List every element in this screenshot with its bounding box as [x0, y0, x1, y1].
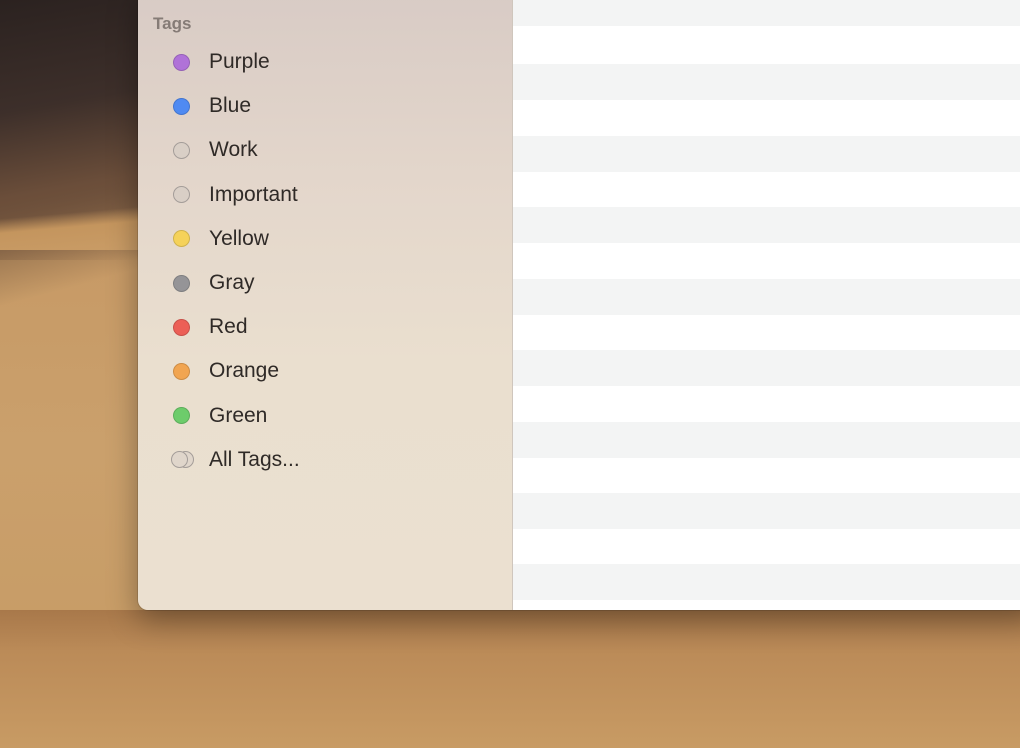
purple-tag-dot-icon — [173, 53, 190, 71]
sidebar-item-work[interactable]: Work — [138, 128, 513, 172]
sidebar-item-yellow[interactable]: Yellow — [138, 217, 513, 261]
sidebar-item-label: Purple — [209, 50, 270, 74]
sidebar-item-label: Green — [209, 403, 268, 427]
list-row-stripe — [513, 64, 1020, 100]
dune-ridge — [0, 190, 140, 250]
sidebar-item-label: Blue — [209, 94, 252, 118]
sidebar-item-label: Red — [209, 315, 248, 339]
sidebar-item-all-tags[interactable]: All Tags... — [138, 438, 513, 482]
sidebar-item-label: Orange — [209, 359, 280, 383]
sidebar-item-important[interactable]: Important — [138, 173, 513, 217]
sidebar: Tags Purple Blue Work Important Yellow G… — [138, 0, 513, 610]
list-row-stripe — [513, 422, 1020, 458]
empty-tag-circle-icon — [173, 186, 190, 204]
sidebar-item-red[interactable]: Red — [138, 305, 513, 349]
sidebar-item-purple[interactable]: Purple — [138, 40, 513, 84]
dune-sand — [0, 610, 1020, 748]
finder-window: Tags Purple Blue Work Important Yellow G… — [138, 0, 1020, 610]
file-list-area[interactable] — [513, 0, 1020, 610]
list-row-stripe — [513, 136, 1020, 172]
list-row-stripe — [513, 207, 1020, 243]
gray-tag-dot-icon — [173, 274, 190, 292]
sidebar-item-label: Yellow — [209, 226, 269, 250]
orange-tag-dot-icon — [173, 362, 190, 380]
tags-section-header[interactable]: Tags — [153, 14, 191, 34]
list-row-stripe — [513, 279, 1020, 315]
sidebar-item-label: All Tags... — [209, 447, 300, 471]
sidebar-item-label: Gray — [209, 271, 255, 295]
sidebar-item-green[interactable]: Green — [138, 394, 513, 438]
list-row-stripe — [513, 564, 1020, 600]
yellow-tag-dot-icon — [173, 230, 190, 248]
sidebar-item-gray[interactable]: Gray — [138, 261, 513, 305]
blue-tag-dot-icon — [173, 97, 190, 115]
list-row-stripe — [513, 0, 1020, 26]
list-row-stripe — [513, 350, 1020, 386]
list-row-stripe — [513, 493, 1020, 529]
tag-list: Purple Blue Work Important Yellow Gray R… — [138, 40, 513, 482]
sidebar-item-blue[interactable]: Blue — [138, 84, 513, 128]
sidebar-item-label: Work — [209, 138, 258, 162]
red-tag-dot-icon — [173, 318, 190, 336]
all-tags-icon — [171, 450, 197, 470]
empty-tag-circle-icon — [173, 141, 190, 159]
sidebar-item-label: Important — [209, 182, 298, 206]
green-tag-dot-icon — [173, 407, 190, 425]
sidebar-item-orange[interactable]: Orange — [138, 349, 513, 393]
